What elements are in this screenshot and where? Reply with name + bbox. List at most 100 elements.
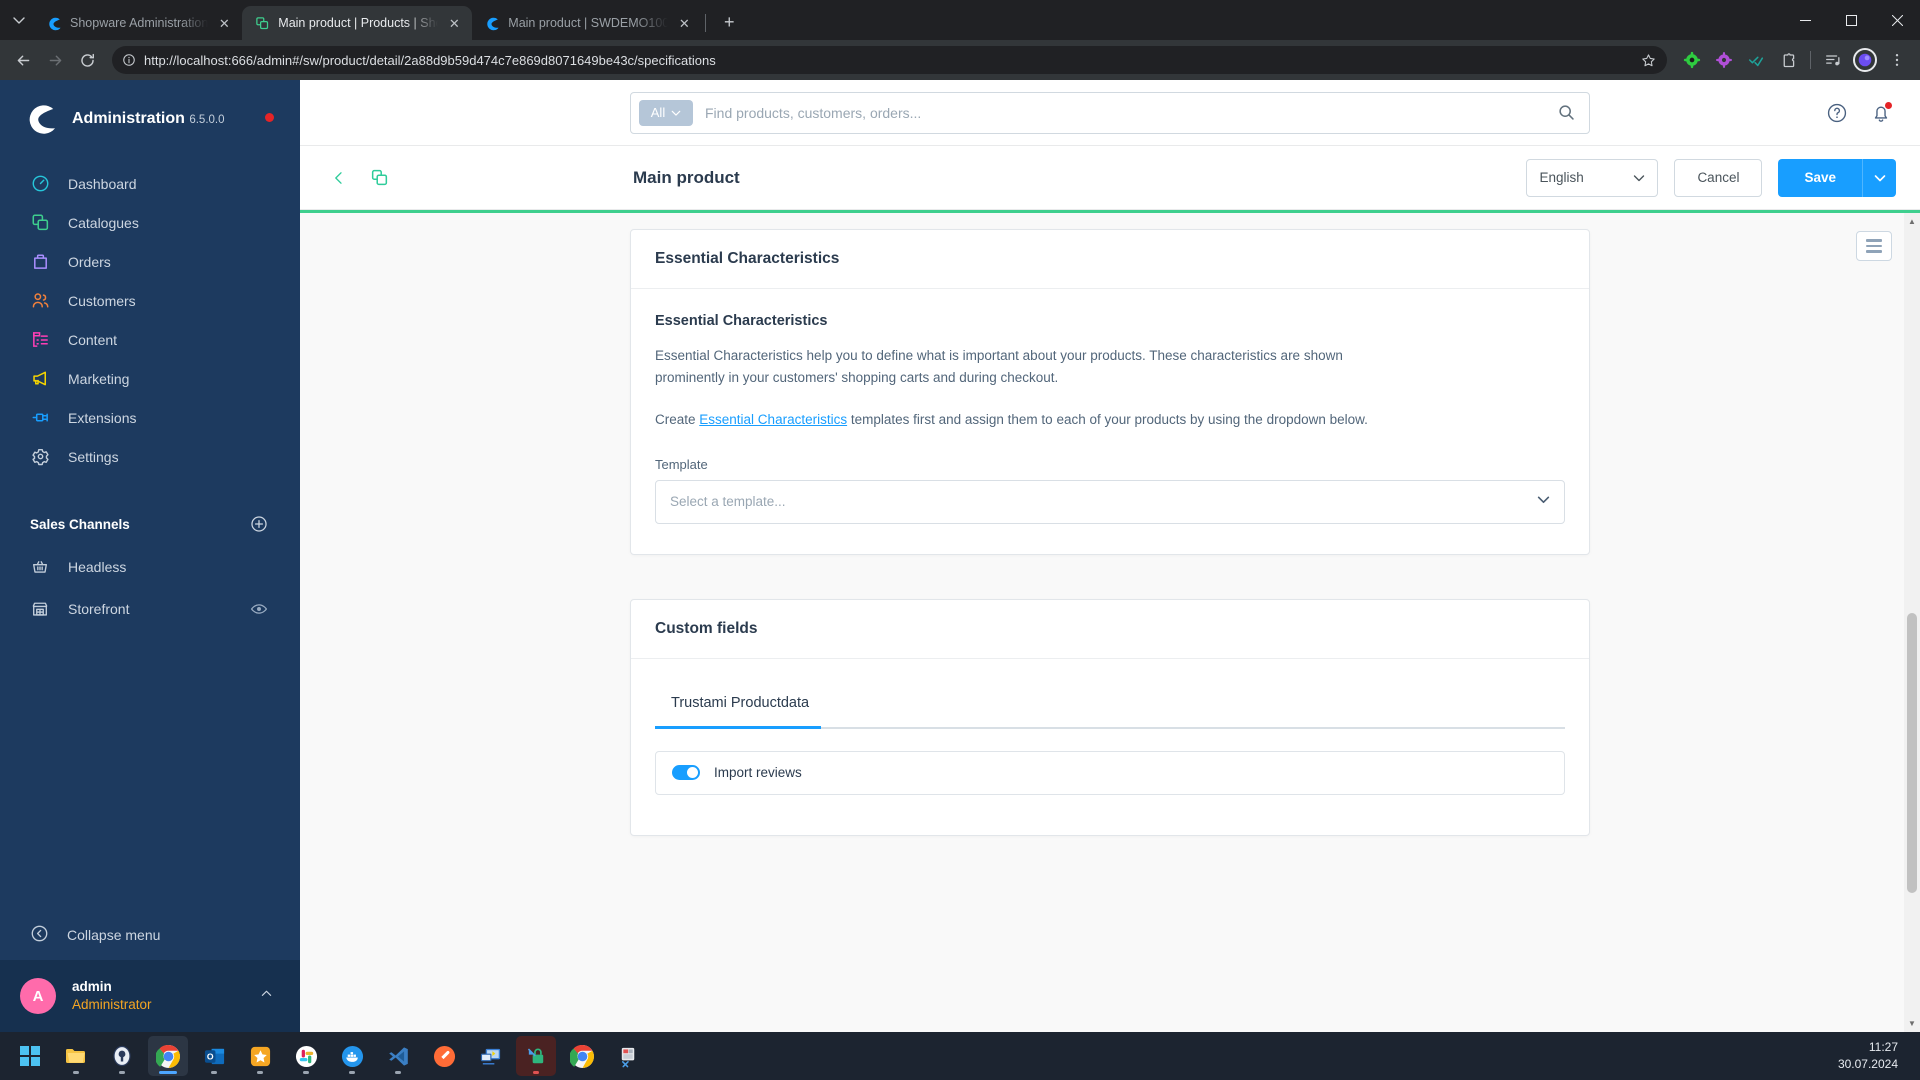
scroll-up-arrow-icon[interactable]: ▲	[1904, 213, 1920, 230]
chrome-icon-2[interactable]	[562, 1036, 602, 1076]
forward-icon[interactable]	[40, 45, 70, 75]
import-reviews-label: Import reviews	[714, 765, 802, 781]
admin-main: All Find products, customers, orders... …	[300, 80, 1920, 1032]
vscode-icon[interactable]	[378, 1036, 418, 1076]
taskbar-clock[interactable]: 11:27 30.07.2024	[1838, 1032, 1898, 1080]
search-scope-label: All	[650, 105, 666, 120]
green-puzzle-icon[interactable]	[1677, 45, 1707, 75]
bell-icon[interactable]	[1870, 101, 1893, 124]
smart-bar: Main product English Cancel Save	[300, 146, 1920, 210]
shopware-admin: Administration 6.5.0.0 Dashboard Catalog	[0, 80, 1920, 1032]
clock-time: 11:27	[1868, 1039, 1898, 1054]
save-button[interactable]: Save	[1778, 158, 1862, 197]
docker-icon[interactable]	[332, 1036, 372, 1076]
copy-icon[interactable]	[366, 165, 392, 191]
close-icon[interactable]: ✕	[676, 15, 692, 31]
browser-tab[interactable]: Main product | SWDEMO10001 ✕	[472, 6, 702, 40]
slack-icon[interactable]	[286, 1036, 326, 1076]
sidebar-item-extensions[interactable]: Extensions	[0, 398, 300, 437]
save-options-chevron-down-icon[interactable]	[1862, 158, 1896, 197]
sidebar-item-customers[interactable]: Customers	[0, 281, 300, 320]
chevron-left-icon[interactable]	[326, 165, 352, 191]
taskbar-apps: O	[10, 1036, 648, 1076]
site-info-icon[interactable]	[122, 53, 136, 67]
global-search[interactable]: All	[630, 91, 1590, 134]
sidebar-item-content[interactable]: Content	[0, 320, 300, 359]
new-tab-button[interactable]: +	[715, 8, 743, 36]
chevron-up-icon[interactable]	[259, 986, 274, 1006]
language-select[interactable]: English	[1526, 158, 1659, 197]
lock-app-icon[interactable]	[516, 1036, 556, 1076]
postman-icon[interactable]	[424, 1036, 464, 1076]
shopware-logo-icon	[24, 102, 58, 136]
catalogue-icon	[30, 213, 50, 233]
tab-search-icon[interactable]	[4, 5, 34, 35]
scrollbar-thumb[interactable]	[1907, 613, 1917, 893]
help-circle-icon[interactable]	[1826, 102, 1848, 124]
sidebar-item-storefront[interactable]: Storefront	[0, 588, 300, 630]
brand-block[interactable]: Administration 6.5.0.0	[0, 80, 300, 146]
search-scope-dropdown[interactable]: All	[639, 99, 693, 126]
template-select[interactable]: Select a template...	[655, 479, 1565, 524]
browser-tab-active[interactable]: Main product | Products | Shop ✕	[242, 6, 473, 40]
notification-badge	[1884, 101, 1893, 110]
maximize-icon[interactable]	[1828, 0, 1874, 40]
content-scroll: Essential Characteristics Essential Char…	[300, 213, 1920, 920]
browser-tabstrip: Shopware Administration ✕ Main product |…	[0, 0, 1920, 40]
windows-taskbar: O 11:27 30.07.2024	[0, 1032, 1920, 1080]
description-paragraph-1: Essential Characteristics help you to de…	[655, 348, 1343, 385]
import-reviews-row[interactable]: Import reviews	[655, 750, 1565, 795]
media-list-icon[interactable]	[1818, 45, 1848, 75]
collapse-menu-button[interactable]: Collapse menu	[0, 910, 300, 960]
user-account-row[interactable]: A admin Administrator	[0, 960, 300, 1032]
reload-icon[interactable]	[72, 45, 102, 75]
scroll-down-arrow-icon[interactable]: ▼	[1904, 1015, 1920, 1032]
preview-eye-icon[interactable]	[250, 600, 268, 618]
chrome-icon[interactable]	[148, 1036, 188, 1076]
sidebar-item-catalogues[interactable]: Catalogues	[0, 203, 300, 242]
kebab-menu-icon[interactable]	[1882, 45, 1912, 75]
card-title: Essential Characteristics	[631, 230, 1589, 289]
keepass-icon[interactable]	[102, 1036, 142, 1076]
search-icon[interactable]	[1557, 103, 1577, 123]
close-icon[interactable]: ✕	[216, 15, 232, 31]
user-role: Administrator	[72, 997, 152, 1012]
vertical-scrollbar[interactable]: ▲ ▼	[1904, 213, 1920, 1032]
tab-trustami-productdata[interactable]: Trustami Productdata	[655, 685, 831, 727]
collapse-menu-label: Collapse menu	[67, 927, 161, 943]
file-explorer-icon[interactable]	[56, 1036, 96, 1076]
add-sales-channel-icon[interactable]	[250, 515, 268, 533]
snipping-tool-icon[interactable]	[608, 1036, 648, 1076]
import-reviews-toggle[interactable]	[672, 765, 700, 781]
clock-date: 30.07.2024	[1837, 1057, 1898, 1071]
running-indicator	[257, 1071, 263, 1074]
running-indicator	[211, 1071, 217, 1074]
teal-check-icon[interactable]	[1741, 45, 1771, 75]
browser-tab[interactable]: Shopware Administration ✕	[34, 6, 242, 40]
remote-desktop-icon[interactable]	[470, 1036, 510, 1076]
profile-avatar[interactable]	[1850, 45, 1880, 75]
outlook-icon[interactable]: O	[194, 1036, 234, 1076]
back-icon[interactable]	[8, 45, 38, 75]
sidebar-item-headless[interactable]: Headless	[0, 546, 300, 588]
address-bar[interactable]: http://localhost:666/admin#/sw/product/d…	[112, 46, 1667, 74]
sidebar-item-settings[interactable]: Settings	[0, 437, 300, 476]
purple-gear-icon[interactable]	[1709, 45, 1739, 75]
search-input[interactable]	[705, 104, 1545, 121]
close-icon[interactable]: ✕	[446, 15, 462, 31]
outline-extension-icon[interactable]	[1773, 45, 1803, 75]
start-windows-icon[interactable]	[10, 1036, 50, 1076]
cancel-button[interactable]: Cancel	[1674, 158, 1763, 197]
close-window-icon[interactable]	[1874, 0, 1920, 40]
sidebar-item-dashboard[interactable]: Dashboard	[0, 164, 300, 203]
bookmark-star-icon[interactable]	[1635, 47, 1661, 73]
sidebar-toggle-icon[interactable]	[1856, 231, 1892, 261]
sidebar-item-orders[interactable]: Orders	[0, 242, 300, 281]
sidebar-item-label: Storefront	[68, 601, 130, 617]
sidebar-item-marketing[interactable]: Marketing	[0, 359, 300, 398]
custom-fields-card: Custom fields Trustami Productdata Impor…	[630, 598, 1590, 836]
dashboard-icon	[30, 174, 50, 194]
essential-characteristics-link[interactable]: Essential Characteristics	[699, 412, 847, 427]
star-app-icon[interactable]	[240, 1036, 280, 1076]
minimize-icon[interactable]	[1782, 0, 1828, 40]
